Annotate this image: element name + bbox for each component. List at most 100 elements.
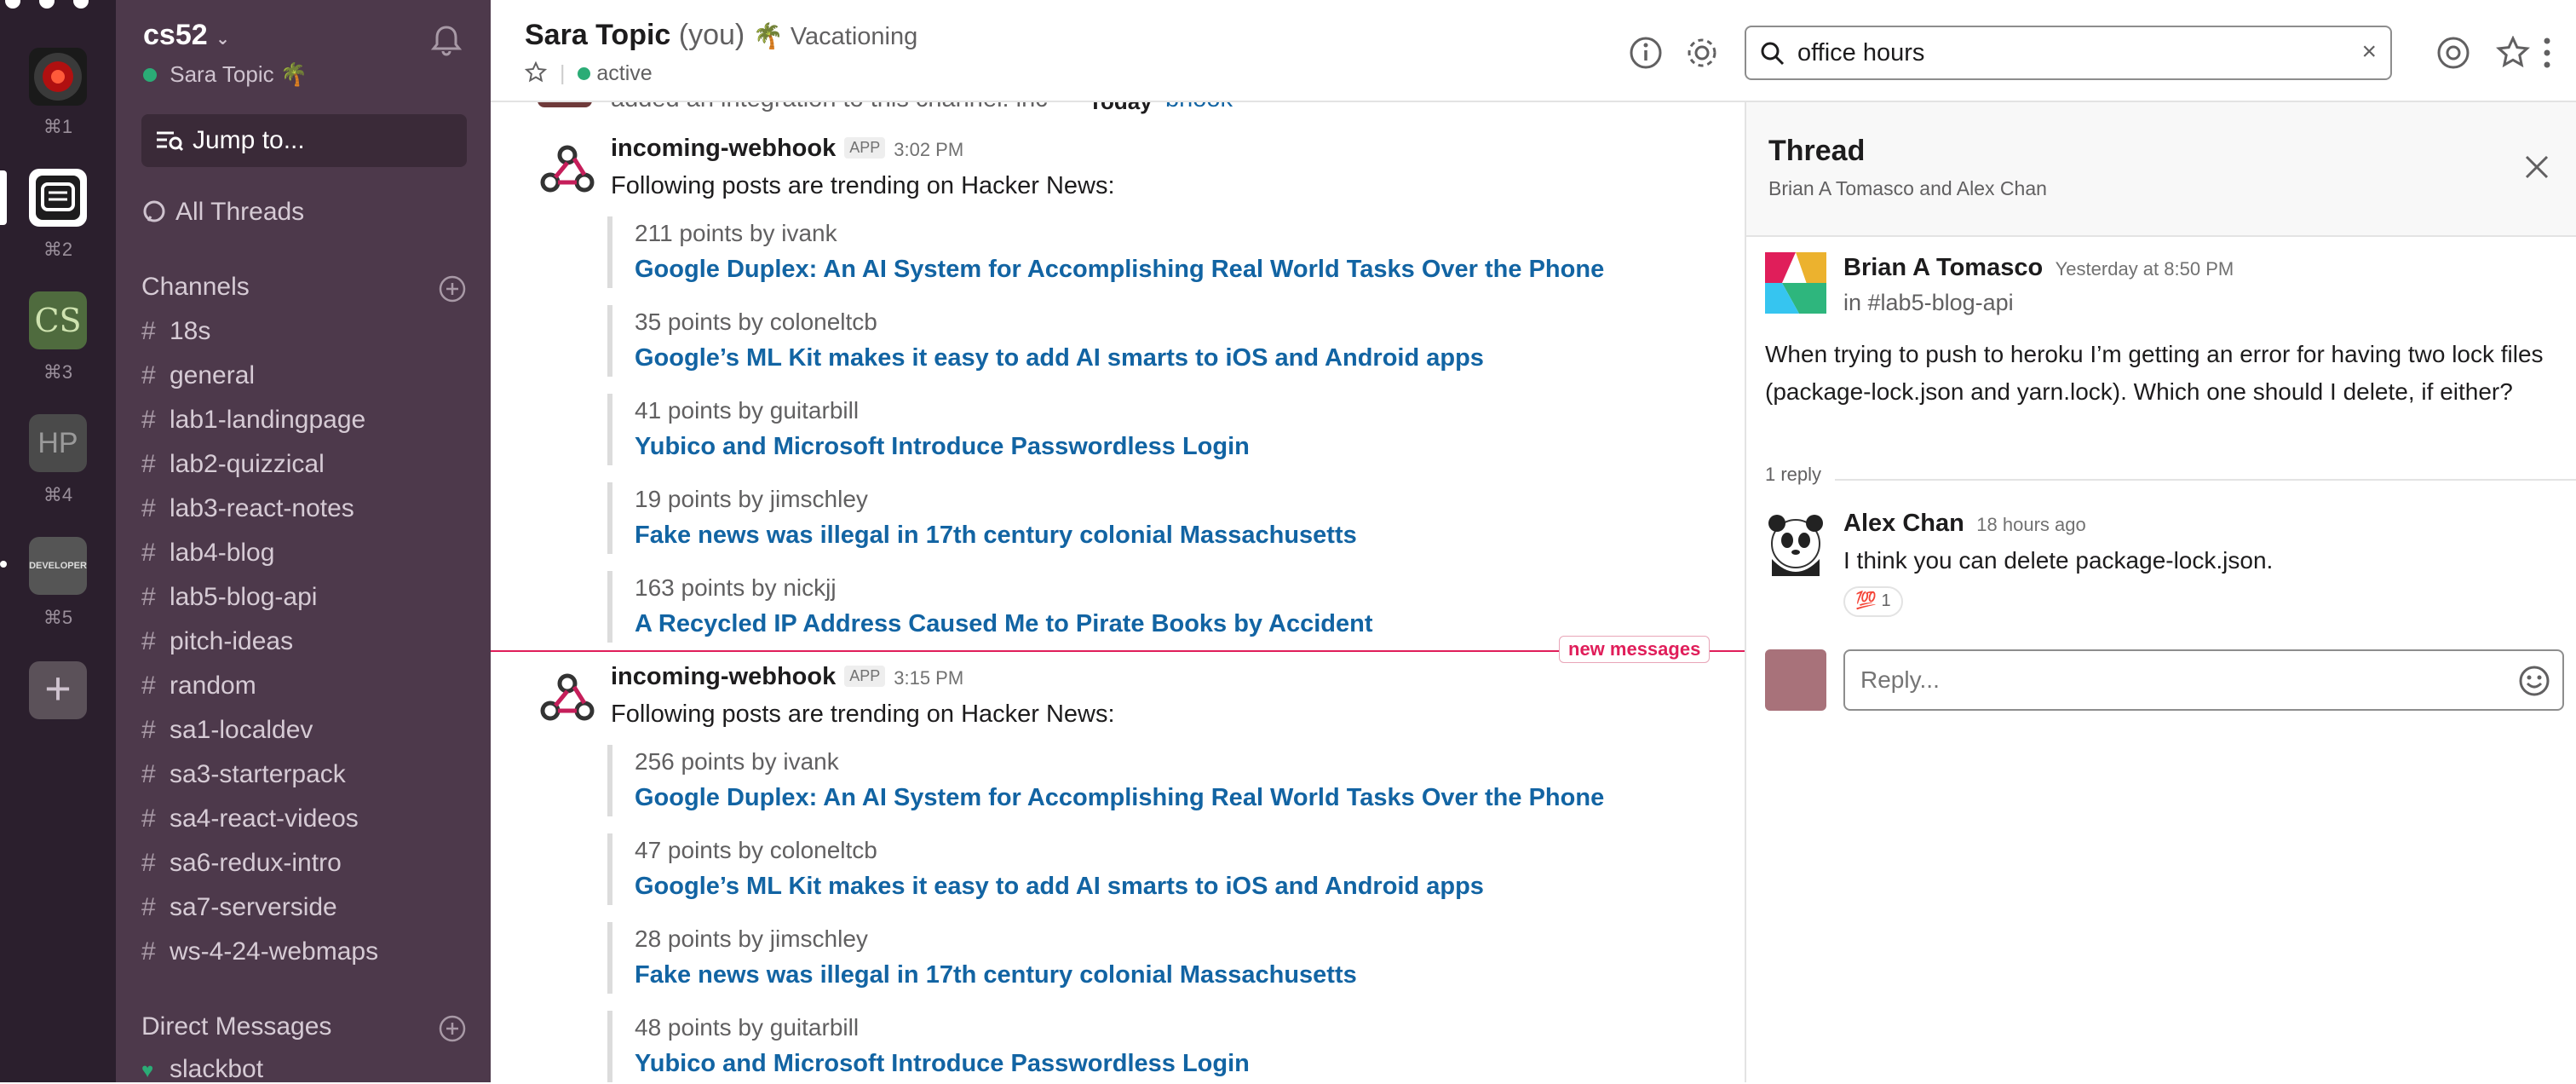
sidebar-item-label: ws-4-24-webmaps (170, 937, 379, 966)
sidebar-item-label: sa6-redux-intro (170, 849, 342, 877)
minimize-window-icon[interactable] (39, 0, 55, 9)
bell-icon[interactable] (429, 22, 463, 56)
sidebar-item-sa4-react-videos[interactable]: # sa4-react-videos (141, 804, 359, 833)
sidebar-item-lab5-blog-api[interactable]: # lab5-blog-api (141, 583, 317, 612)
add-workspace-button[interactable]: + (29, 661, 87, 719)
hn-attachment: 19 points by jimschley Fake news was ille… (607, 482, 1715, 554)
sidebar-item-sa3-starterpack[interactable]: # sa3-starterpack (141, 760, 346, 789)
sidebar-item-lab3-react-notes[interactable]: # lab3-react-notes (141, 494, 354, 523)
starred-items-icon[interactable] (2496, 36, 2530, 70)
close-icon[interactable] (2523, 153, 2550, 181)
reply-author[interactable]: Alex Chan (1843, 510, 1964, 537)
reply-input[interactable] (1860, 663, 2474, 697)
sidebar-item-lab4-blog[interactable]: # lab4-blog (141, 539, 274, 568)
message-time[interactable]: 3:02 PM (894, 139, 963, 160)
team-menu[interactable]: cs52 ⌄ (143, 19, 230, 52)
workspace-developer[interactable]: DEVELOPER (29, 537, 87, 595)
sidebar-item-lab2-quizzical[interactable]: # lab2-quizzical (141, 450, 325, 479)
attachment-points: 35 points by coloneltcb (635, 308, 877, 335)
workspace-cs52[interactable] (29, 169, 87, 227)
attachment-link[interactable]: Fake news was illegal in 17th century co… (635, 516, 1715, 554)
clear-search-icon[interactable]: × (2361, 37, 2377, 66)
hash-icon: # (141, 760, 156, 788)
message-author[interactable]: incoming-webhook (611, 135, 836, 162)
message-text: Following posts are trending on Hacker N… (611, 172, 1115, 199)
sidebar-item-18s[interactable]: #18s (141, 317, 210, 346)
reaction-pill[interactable]: 💯 1 (1843, 586, 1903, 617)
sidebar-item-general[interactable]: # general (141, 361, 255, 390)
workspace-hal[interactable] (29, 48, 87, 106)
sidebar-item-label: pitch-ideas (170, 627, 294, 655)
header-you: (you) (678, 19, 745, 51)
thread-parent-author[interactable]: Brian A Tomasco (1843, 254, 2043, 281)
sidebar-item-label: lab5-blog-api (170, 583, 318, 611)
thread-parent-channel[interactable]: in #lab5-blog-api (1843, 290, 2014, 316)
all-threads-item[interactable]: All Threads (141, 198, 304, 227)
search-icon (1761, 42, 1785, 66)
search-input[interactable] (1797, 36, 2309, 70)
attachment-link[interactable]: Google Duplex: An AI System for Accompli… (635, 251, 1715, 288)
message-time[interactable]: 3:15 PM (894, 667, 963, 689)
message-author[interactable]: incoming-webhook (611, 663, 836, 690)
webhook-icon (540, 673, 595, 721)
sidebar-item-lab1-landingpage[interactable]: # lab1-landingpage (141, 406, 365, 435)
sidebar-item-ws-4-24-webmaps[interactable]: # ws-4-24-webmaps (141, 937, 378, 966)
dm-item-slackbot[interactable]: ♥ slackbot (141, 1055, 263, 1084)
hash-icon: # (141, 893, 156, 921)
attachment-points: 47 points by coloneltcb (635, 837, 877, 863)
hn-attachment: 163 points by nickjj A Recycled IP Addres… (607, 571, 1715, 643)
workspace-hp[interactable]: HP (29, 414, 87, 472)
hash-icon: # (141, 716, 156, 744)
chevron-down-icon: ⌄ (216, 30, 230, 49)
hash-icon: # (141, 450, 156, 478)
sidebar-item-sa7-serverside[interactable]: # sa7-serverside (141, 893, 337, 922)
reply-time[interactable]: 18 hours ago (1976, 514, 2085, 535)
sidebar-item-pitch-ideas[interactable]: # pitch-ideas (141, 627, 293, 656)
attachment-link[interactable]: Google Duplex: An AI System for Accompli… (635, 779, 1715, 816)
maximize-window-icon[interactable] (73, 0, 89, 9)
thread-parent-time[interactable]: Yesterday at 8:50 PM (2056, 258, 2234, 280)
hash-icon: # (141, 804, 156, 833)
current-user[interactable]: Sara Topic 🌴 (143, 61, 308, 88)
attachment-link[interactable]: Fake news was illegal in 17th century co… (635, 956, 1715, 994)
more-options-icon[interactable] (2540, 36, 2554, 70)
reaction-emoji: 💯 (1855, 591, 1877, 610)
threads-icon (143, 200, 165, 222)
direct-messages-header[interactable]: Direct Messages (141, 1012, 331, 1041)
attachment-link[interactable]: Google’s ML Kit makes it easy to add AI … (635, 339, 1715, 377)
jump-to-button[interactable]: Jump to... (141, 114, 467, 167)
app-badge: APP (844, 666, 886, 687)
heart-icon: ♥ (141, 1059, 154, 1082)
jump-to-label: Jump to... (193, 126, 305, 154)
mentions-icon[interactable] (2436, 36, 2470, 70)
search-box[interactable]: × (1745, 26, 2392, 80)
info-icon[interactable] (1629, 36, 1663, 70)
partial-link[interactable]: bhook (1165, 102, 1233, 113)
star-icon[interactable] (524, 61, 548, 84)
add-dm-icon[interactable] (438, 1014, 467, 1043)
jump-to-icon (157, 131, 184, 152)
sidebar-item-label: lab1-landingpage (170, 406, 366, 434)
reply-box[interactable] (1843, 649, 2564, 711)
channels-header-label: Channels (141, 273, 250, 301)
attachment-link[interactable]: Yubico and Microsoft Introduce Passwordl… (635, 428, 1715, 465)
header-status: 🌴 Vacationing (752, 23, 918, 50)
gear-icon[interactable] (1685, 36, 1719, 70)
workspace-cs[interactable]: CS (29, 291, 87, 349)
close-window-icon[interactable] (5, 0, 20, 9)
channels-header[interactable]: Channels (141, 273, 250, 302)
sidebar-item-sa1-localdev[interactable]: # sa1-localdev (141, 716, 313, 745)
sidebar-item-random[interactable]: # random (141, 672, 256, 701)
hn-attachment: 28 points by jimschley Fake news was ille… (607, 922, 1715, 994)
thread-title: Thread (1768, 135, 1866, 167)
hash-icon: # (141, 539, 156, 567)
add-channel-icon[interactable] (438, 274, 467, 303)
workspace-shortcut: ⌘4 (43, 484, 73, 505)
sidebar-item-sa6-redux-intro[interactable]: # sa6-redux-intro (141, 849, 342, 878)
attachment-link[interactable]: Google’s ML Kit makes it easy to add AI … (635, 868, 1715, 905)
attachment-link[interactable]: Yubico and Microsoft Introduce Passwordl… (635, 1045, 1715, 1082)
attachment-link[interactable]: A Recycled IP Address Caused Me to Pirat… (635, 605, 1715, 643)
hash-icon: # (141, 937, 156, 966)
emoji-icon[interactable] (2518, 665, 2550, 697)
hash-icon: # (141, 361, 156, 389)
